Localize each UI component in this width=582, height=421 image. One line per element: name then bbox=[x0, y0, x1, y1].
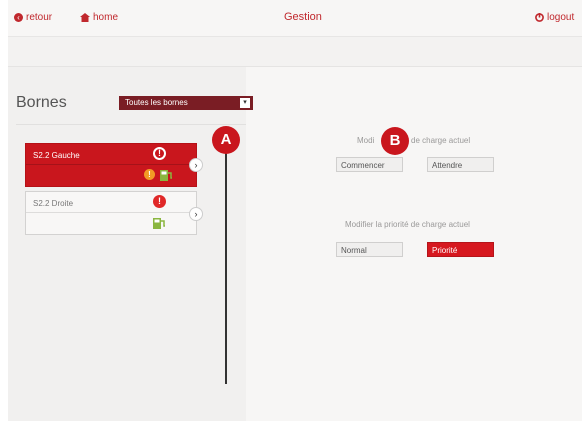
bornes-panel bbox=[8, 67, 246, 421]
alert-orange-icon: ! bbox=[144, 169, 155, 180]
dropdown-arrow-icon: ▾ bbox=[240, 98, 250, 108]
expand-gauche-chevron-icon[interactable]: › bbox=[189, 158, 203, 172]
annotation-line bbox=[225, 150, 227, 384]
home-icon bbox=[80, 13, 90, 22]
card-divider bbox=[26, 164, 196, 165]
bornes-divider bbox=[16, 124, 246, 125]
control-panel bbox=[246, 67, 582, 421]
bornes-filter-value: Toutes les bornes bbox=[125, 98, 188, 107]
warning-icon: ! bbox=[153, 147, 166, 160]
charge-label-left: Modi bbox=[357, 136, 375, 145]
borne-card-label: S2.2 Droite bbox=[33, 199, 74, 208]
normal-button[interactable]: Normal bbox=[336, 242, 403, 257]
back-arrow-icon: ‹ bbox=[14, 13, 23, 22]
charging-plug-icon bbox=[159, 168, 173, 182]
expand-droite-chevron-icon[interactable]: › bbox=[189, 207, 203, 221]
error-icon: ! bbox=[153, 195, 166, 208]
bornes-heading: Bornes bbox=[16, 94, 67, 111]
logout-link-label: logout bbox=[547, 12, 575, 23]
top-navigation-bar: ‹ retour home Gestion logout bbox=[8, 0, 582, 37]
charge-label-right: de charge actuel bbox=[411, 136, 471, 145]
bornes-filter-select[interactable]: Toutes les bornes ▾ bbox=[119, 96, 253, 110]
back-link[interactable]: ‹ retour bbox=[14, 12, 52, 23]
app-frame: ‹ retour home Gestion logout Bornes Tout… bbox=[8, 0, 582, 421]
start-button[interactable]: Commencer bbox=[336, 157, 403, 172]
charging-plug-icon bbox=[152, 216, 166, 230]
annotation-marker-b: B bbox=[381, 127, 409, 155]
borne-card-label: S2.2 Gauche bbox=[33, 151, 80, 160]
power-icon bbox=[535, 13, 544, 22]
priority-button[interactable]: Priorité bbox=[427, 242, 494, 257]
back-link-label: retour bbox=[26, 12, 53, 23]
wait-button[interactable]: Attendre bbox=[427, 157, 494, 172]
logout-link[interactable]: logout bbox=[535, 12, 574, 23]
annotation-marker-a: A bbox=[212, 126, 240, 154]
priority-label: Modifier la priorité de charge actuel bbox=[345, 220, 470, 229]
borne-card-gauche[interactable]: S2.2 Gauche ! ! bbox=[25, 143, 197, 187]
home-link[interactable]: home bbox=[80, 12, 118, 23]
borne-card-droite[interactable]: S2.2 Droite ! bbox=[25, 191, 197, 235]
page-title: Gestion bbox=[284, 11, 322, 23]
home-link-label: home bbox=[93, 12, 119, 23]
card-divider bbox=[26, 212, 196, 213]
